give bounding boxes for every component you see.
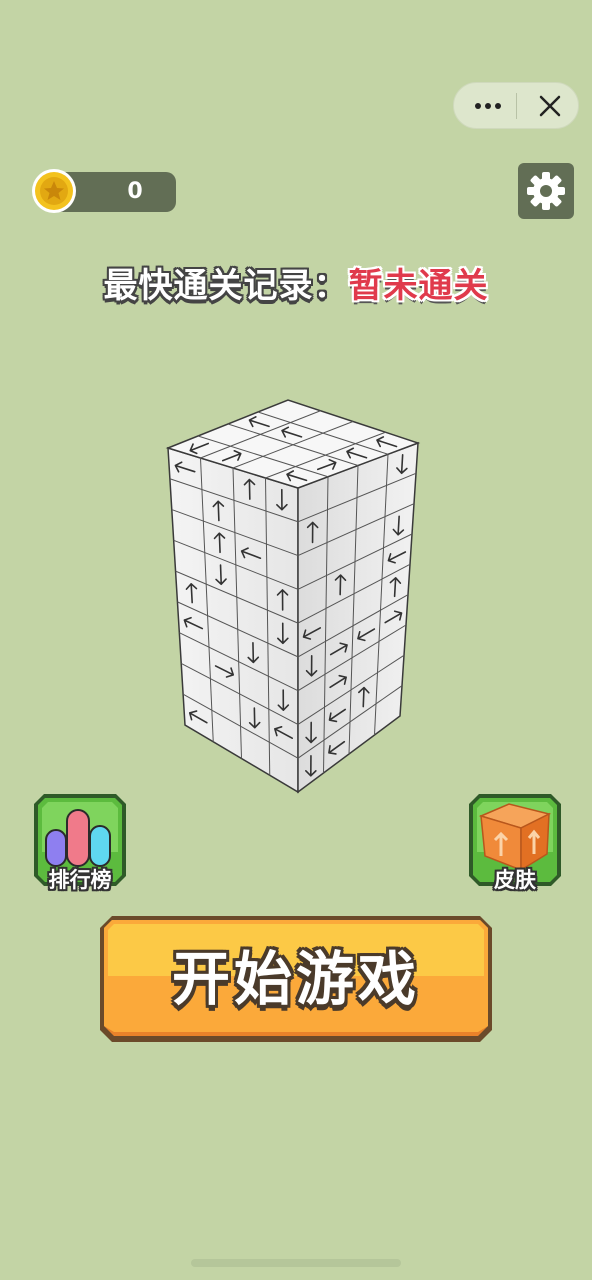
record-label: 最快通关记录：: [103, 266, 349, 306]
capsule-divider: [516, 93, 517, 119]
gear-icon: [527, 172, 565, 210]
close-icon[interactable]: [532, 91, 568, 121]
menu-capsule: [453, 82, 579, 129]
start-game-button[interactable]: 开始游戏: [98, 914, 494, 1044]
leaderboard-label: 排行榜: [48, 868, 112, 892]
arrow-cube-tower[interactable]: [160, 390, 430, 800]
leaderboard-button[interactable]: 排行榜: [32, 792, 128, 892]
coin-star-icon: [30, 167, 78, 215]
best-record: 最快通关记录：暂未通关: [0, 258, 592, 307]
skins-label: 皮肤: [494, 868, 536, 892]
record-value: 暂未通关: [348, 266, 489, 306]
coin-value: 0: [127, 179, 143, 204]
skins-button[interactable]: 皮肤: [467, 792, 563, 892]
home-indicator: [191, 1259, 401, 1267]
start-game-label: 开始游戏: [171, 945, 420, 1013]
settings-button[interactable]: [518, 163, 574, 219]
more-dots-icon[interactable]: [468, 91, 508, 121]
